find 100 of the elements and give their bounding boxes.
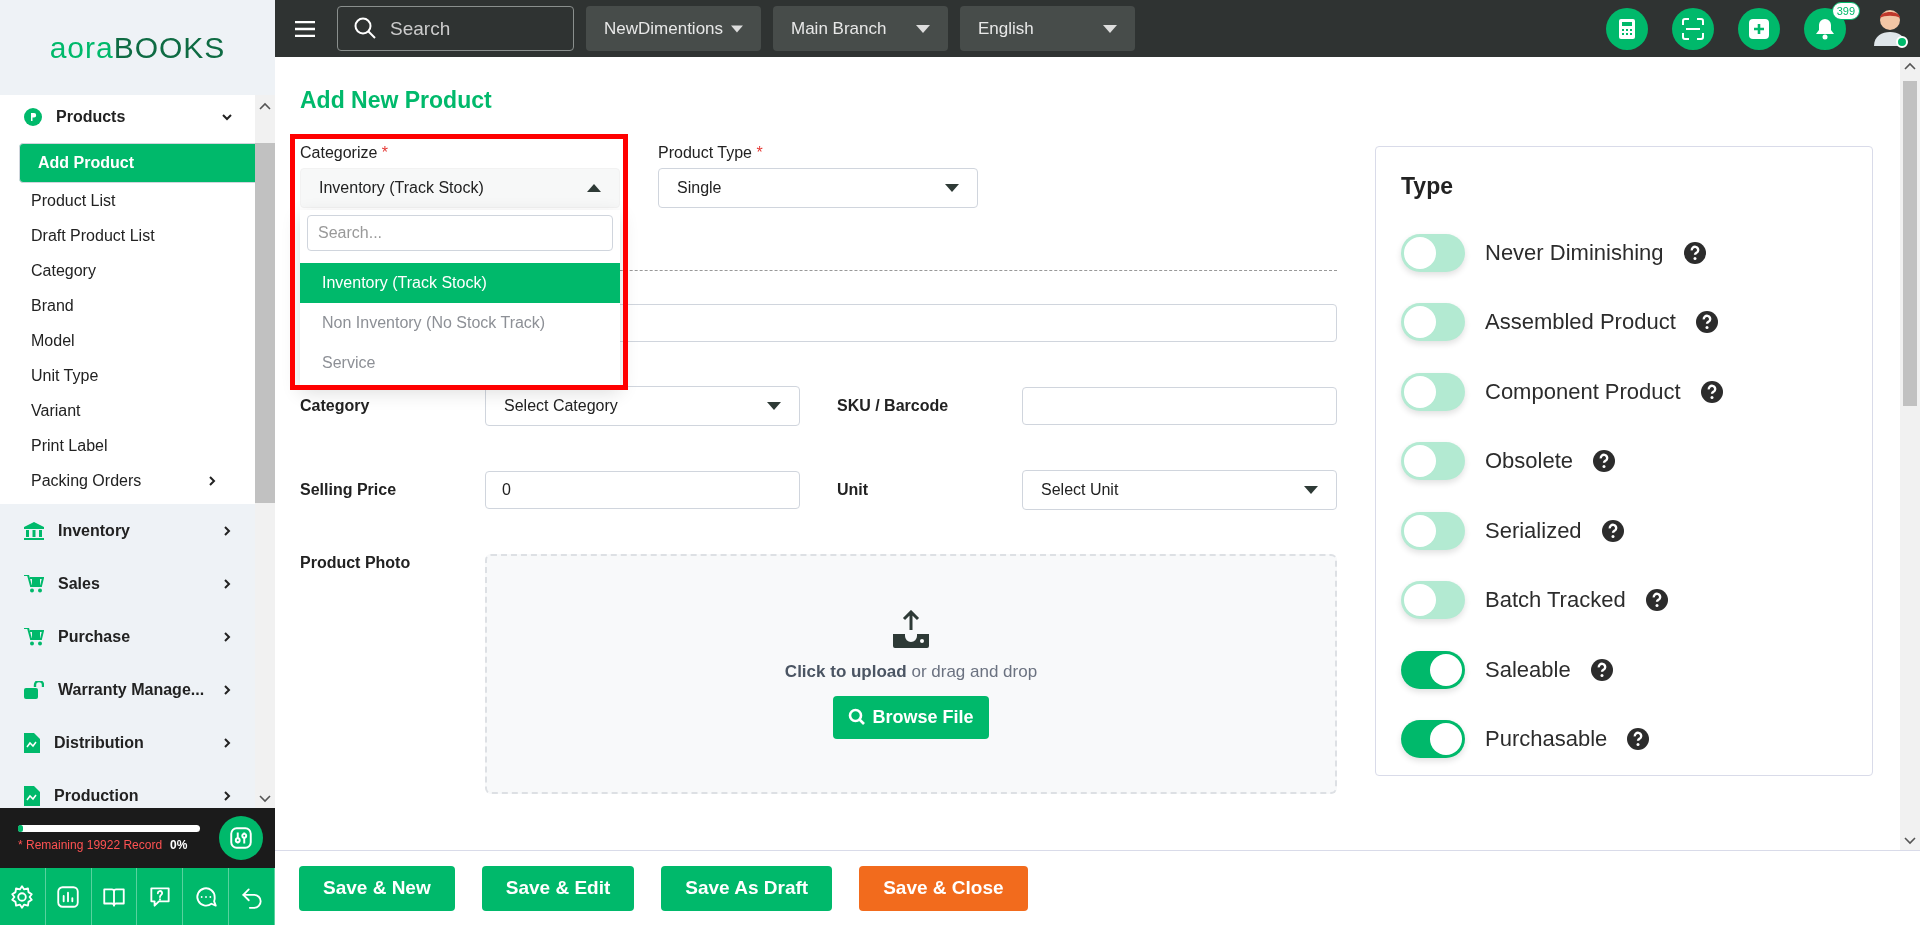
caret-icon [1103,24,1117,33]
toggle-label: Serialized [1485,517,1582,544]
chevron-right-icon [206,474,218,487]
help-icon [1683,241,1706,264]
dropdown-search-field[interactable]: Search... [307,215,613,251]
sidebar-item[interactable]: Product List [19,183,242,218]
input-field[interactable]: 0 [485,471,800,509]
sliders-button[interactable] [219,816,263,860]
caret-icon [916,24,930,33]
header-dropdown[interactable]: NewDimentions [586,6,761,51]
caret-icon [731,24,743,33]
chevron-right-icon [221,630,233,643]
toggle-switch[interactable] [1401,372,1465,411]
sidebar-item[interactable]: Packing Orders [19,463,242,498]
settings-icon [9,883,36,910]
chevron-right-icon [221,683,233,696]
field-label: SKU / Barcode [837,397,950,415]
toggle-switch[interactable] [1401,442,1465,481]
sidebar-group[interactable]: Production [0,769,255,808]
toggle-label: Obsolete [1485,448,1574,475]
scrollbar[interactable] [255,95,275,808]
toggle-switch[interactable] [1401,233,1465,272]
header-dropdown[interactable]: English [960,6,1135,51]
caret-icon [587,184,601,192]
chevron-right-icon [221,524,233,537]
chevron-right-icon [221,736,233,749]
sidebar-group[interactable]: Purchase [0,610,255,663]
sidebar-item[interactable]: Brand [19,288,242,323]
toggle-switch[interactable] [1401,720,1465,759]
field-label: Unit [837,481,870,499]
upload-dropzone[interactable]: Click to upload or drag and drop Browse File [485,554,1337,794]
cart-icon [24,574,44,593]
scan-button[interactable] [1672,7,1714,50]
usage-percent: 0% [170,837,188,852]
toggle-label: Batch Tracked [1485,587,1626,614]
field-label: Selling Price [300,481,398,499]
sidebar-group[interactable]: Sales [0,557,255,610]
sidebar-item[interactable]: Draft Product List [19,218,242,253]
help-icon [1695,311,1718,334]
sidebar-item[interactable]: Unit Type [19,358,242,393]
upload-hint: Click to upload or drag and drop [784,661,1038,682]
help-icon [1645,589,1668,612]
add-button[interactable] [1738,7,1780,50]
help-icon [1627,728,1650,751]
app-logo: aoraBOOKS [48,29,227,66]
sidebar-group[interactable]: Warranty Manage... [0,663,255,716]
document-icon [24,732,40,753]
sidebar-group[interactable]: Products [0,95,255,139]
unlock-icon [24,680,44,699]
scroll-down-icon[interactable] [259,794,271,804]
chevron-right-icon [221,577,233,590]
toggle-switch[interactable] [1401,511,1465,550]
select-field[interactable]: Select Unit [1022,470,1337,510]
p-circle-icon [24,108,42,126]
upload-icon [893,609,929,648]
sliders-icon [228,825,254,851]
search-icon [353,16,377,40]
caret-icon [945,184,959,192]
select-field[interactable]: Select Category [485,386,800,426]
toggle-switch[interactable] [1401,581,1465,620]
toggle-label: Assembled Product [1485,309,1676,336]
toggle-label: Component Product [1485,378,1681,405]
calculator-icon [1619,18,1635,39]
menu-button[interactable] [295,20,315,37]
categorize-select[interactable]: Inventory (Track Stock) [300,168,620,208]
sidebar-item[interactable]: Category [19,253,242,288]
calculator-button[interactable] [1606,7,1648,50]
product-type-select[interactable]: Single [658,168,978,208]
toggle-switch[interactable] [1401,650,1465,689]
scrollbar[interactable] [1900,57,1920,850]
help-icon [1590,658,1613,681]
bell-icon [1815,17,1835,40]
chevron-down-icon [221,111,233,123]
sidebar-item[interactable]: Variant [19,393,242,428]
document-icon [24,785,40,806]
field-label: Category [300,397,371,415]
notification-badge: 399 [1831,1,1860,20]
scroll-down-icon[interactable] [1904,836,1916,846]
remaining-records-text: * Remaining 19922 Record [18,837,163,852]
search-icon [848,708,867,726]
sidebar-group[interactable]: Distribution [0,716,255,769]
sidebar-item[interactable]: Print Label [19,428,242,463]
search-field[interactable]: Search [337,6,574,51]
sidebar-group[interactable]: Inventory [0,504,255,557]
help-icon [1593,450,1616,473]
field-label: Product Photo [300,554,412,573]
input-field[interactable] [1022,387,1337,425]
help-icon [1700,380,1723,403]
header-dropdown[interactable]: Main Branch [773,6,948,51]
cart-icon [24,627,44,646]
page-title: Add New Product [300,87,493,114]
scroll-up-icon[interactable] [259,101,271,111]
toggle-label: Never Diminishing [1485,239,1664,266]
toggle-switch[interactable] [1401,303,1465,342]
field-label: Categorize * [300,144,390,162]
scroll-up-icon[interactable] [1904,61,1916,71]
sidebar-item[interactable]: Model [19,323,242,358]
toggle-label: Purchasable [1485,726,1608,753]
bank-icon [24,521,44,540]
caret-icon [1304,486,1318,494]
